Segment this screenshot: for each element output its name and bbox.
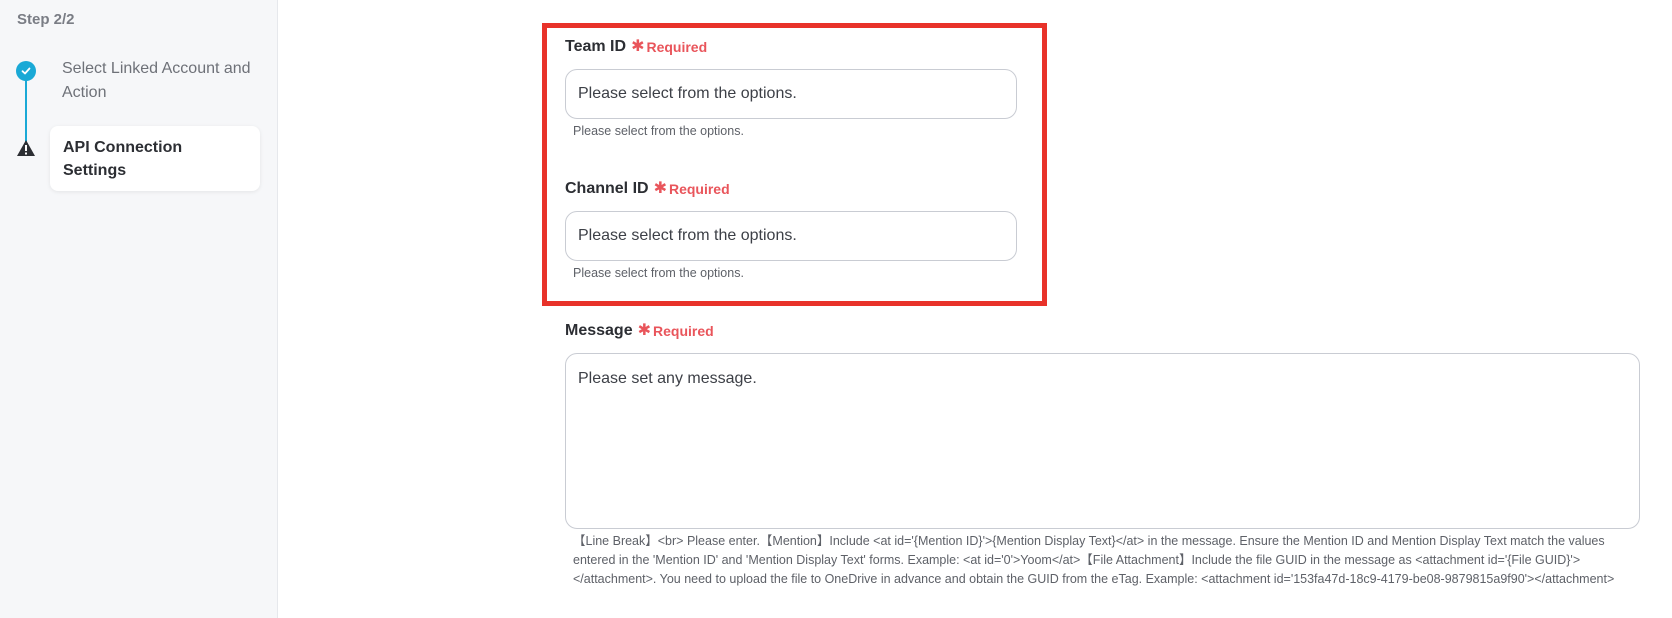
- message-hint: 【Line Break】<br> Please enter.【Mention】I…: [573, 534, 1615, 586]
- team-id-select[interactable]: Please select from the options.: [565, 69, 1017, 119]
- required-badge: ✱ Required: [631, 38, 708, 56]
- message-label-text: Message: [565, 322, 633, 339]
- step-connector-line: [25, 78, 27, 148]
- asterisk-icon: ✱: [653, 180, 667, 197]
- team-id-label-text: Team ID: [565, 38, 627, 55]
- required-badge: ✱ Message Required: [637, 322, 714, 340]
- app-root: Step 2/2 Select Linked Account and Actio…: [0, 0, 1672, 618]
- check-icon: [16, 61, 36, 81]
- asterisk-icon: ✱: [637, 322, 651, 339]
- channel-id-label-text: Channel ID: [565, 180, 649, 197]
- team-id-placeholder: Please select from the options.: [578, 85, 797, 102]
- channel-id-select[interactable]: Please select from the options.: [565, 211, 1017, 261]
- channel-id-hint: Please select from the options.: [573, 266, 744, 280]
- message-placeholder: Please set any message.: [578, 370, 757, 387]
- required-badge: ✱ Required: [653, 180, 730, 198]
- channel-id-label: Channel ID ✱ Required: [565, 180, 730, 198]
- message-textarea[interactable]: Please set any message.: [565, 353, 1640, 529]
- message-label: Message ✱ Message Required: [565, 322, 714, 340]
- required-text: Required: [646, 39, 708, 55]
- sidebar: Step 2/2 Select Linked Account and Actio…: [0, 0, 278, 618]
- asterisk-icon: ✱: [631, 38, 645, 55]
- step-select-linked-account[interactable]: Select Linked Account and Action: [62, 57, 252, 105]
- channel-id-placeholder: Please select from the options.: [578, 227, 797, 244]
- step-indicator: Step 2/2: [17, 11, 75, 28]
- team-id-hint: Please select from the options.: [573, 124, 744, 138]
- required-text: Required: [668, 181, 730, 197]
- team-id-label: Team ID ✱ Required: [565, 38, 707, 56]
- step-api-connection-settings-label: API Connection Settings: [63, 139, 183, 179]
- step-api-connection-settings[interactable]: API Connection Settings: [50, 126, 260, 191]
- required-text: Required: [653, 323, 714, 339]
- warning-icon: [16, 139, 36, 157]
